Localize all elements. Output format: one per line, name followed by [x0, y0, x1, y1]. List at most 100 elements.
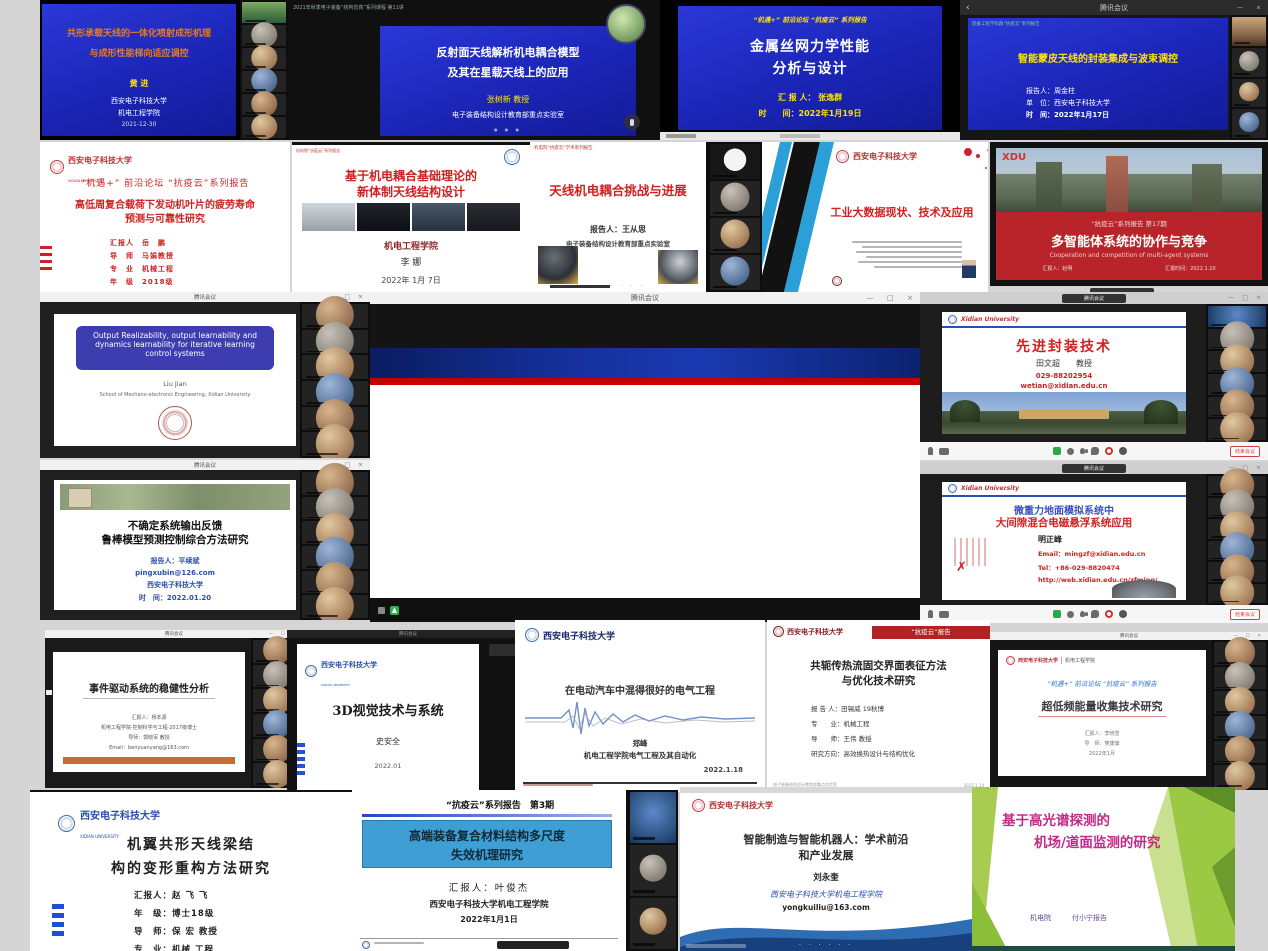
participant-video-cell[interactable] [242, 94, 286, 115]
chat-icon[interactable] [1091, 447, 1099, 455]
participant-strip [300, 302, 370, 458]
slide-title: 不确定系统输出反馈 [54, 518, 296, 533]
invite-icon[interactable] [1067, 448, 1074, 455]
webcam-video[interactable] [630, 792, 676, 843]
participant-video-cell[interactable] [1232, 48, 1266, 77]
window-controls[interactable]: — × [1237, 4, 1264, 11]
participant-video-cell[interactable] [710, 181, 760, 216]
meeting-tile-r1c: “机遇+” 前沿论坛 “抗疫云” 系列报告 金属丝网力学性能 分析与设计 汇 报… [660, 0, 960, 140]
end-meeting-button[interactable]: 结束会议 [1230, 446, 1260, 457]
footer-time: 汇报时间：2022.1.10 [1165, 265, 1215, 272]
university-name: 西安电子科技大学 [787, 627, 843, 637]
settings-icon[interactable] [1119, 610, 1127, 618]
participant-video-cell[interactable] [1208, 584, 1266, 604]
participant-video-cell[interactable] [302, 432, 368, 456]
antenna-photo [538, 246, 578, 284]
info-line: 专 业 机械工程 [110, 264, 174, 274]
members-icon[interactable] [1080, 611, 1085, 617]
slide-title: 超低频能量收集技术研究 [998, 698, 1206, 714]
participant-video-cell[interactable] [1232, 109, 1266, 138]
record-icon[interactable] [1105, 447, 1113, 455]
participant-video-cell[interactable] [242, 25, 286, 46]
red-banner: “抗疫云”系列报告 第17期 多智能体系统的协作与竞争 Cooperation … [996, 212, 1262, 280]
xidian-seal-icon [836, 150, 849, 163]
affiliation: 西安电子科技大学机电工程学院 [680, 889, 972, 900]
window-controls[interactable]: — □ × [1228, 295, 1264, 302]
participant-video-cell[interactable] [630, 898, 676, 949]
info-line: 导 师：王伟 教授 [811, 733, 872, 743]
participant-video-cell[interactable] [630, 845, 676, 896]
participant-video-cell[interactable] [710, 255, 760, 290]
participant-strip [628, 790, 678, 951]
speaker: 田文超 教授 [942, 358, 1186, 369]
speaker: 黄 进 [42, 78, 236, 89]
slide-r4e: 西安电子科技大学 机电工程学院 “机遇+” 前沿论坛 “抗疫云” 系列报告 超低… [998, 650, 1206, 776]
back-icon[interactable]: ‹ [966, 3, 970, 13]
webcam-bubble[interactable] [606, 4, 646, 44]
participant-video-cell[interactable] [1232, 79, 1266, 108]
panda-logo-video[interactable] [710, 144, 760, 179]
info-line: pingxubin@126.com [135, 569, 215, 577]
webcam-video[interactable] [1232, 17, 1266, 46]
participant-video-cell[interactable] [1214, 765, 1266, 788]
participant-video-cell[interactable] [242, 48, 286, 69]
page-thumbnail[interactable] [46, 690, 52, 695]
camera-icon[interactable] [939, 448, 949, 455]
meeting-window-r3b: 腾讯会议 — □ × 不确定系统输出反馈 鲁棒模型预测控制综合方法研究 报告人：… [40, 460, 370, 620]
slide-title: 工业大数据现状、技术及应用 [822, 204, 982, 220]
end-meeting-button[interactable]: 结束会议 [1230, 609, 1260, 620]
mic-icon[interactable] [928, 447, 933, 455]
info-line: 时 间：2022.01.20 [139, 593, 211, 603]
slide-title-2: 大间隙混合电磁悬浮系统应用 [942, 515, 1186, 530]
affiliation: 西安电子科技大学机电工程学院 [352, 898, 626, 910]
footer-smudge [374, 942, 424, 944]
splatter-graphic [964, 148, 972, 156]
invite-icon[interactable] [1067, 611, 1074, 618]
speaker: 汇报人：叶俊杰 [352, 880, 626, 894]
speaker: 刘永奎 [680, 871, 972, 883]
share-screen-icon[interactable] [1053, 610, 1061, 618]
bottom-bar [972, 946, 1235, 951]
xidian-seal-icon [773, 626, 784, 637]
presenter-info: 汇报人：赵 飞 飞年 级：博士18级导 师：保 宏 教授专 业：机械 工程 [134, 886, 218, 951]
participant-video-cell[interactable] [302, 595, 368, 618]
window-controls[interactable]: — □ × [867, 294, 916, 302]
camera-icon[interactable] [939, 611, 949, 618]
speaker-info-smudge [852, 238, 962, 271]
info-line: 专 业：机械工程 [811, 718, 870, 728]
info-line: Email：benyuanyang@163.com [109, 744, 189, 751]
screenshot-collage: 共形承载天线的一体化喷射成形机理 与成形性能梯向适应调控 黄 进 西安电子科技大… [0, 0, 1268, 951]
xidian-seal-icon [692, 799, 705, 812]
meeting-window-r4e: 腾讯会议 — □ × 西安电子科技大学 机电工程学院 “机遇+” 前沿论坛 “抗… [990, 632, 1268, 790]
participant-video-cell[interactable] [710, 218, 760, 253]
meeting-toolbar: 结束会议 [920, 442, 1268, 460]
mic-icon[interactable] [624, 114, 640, 130]
participant-video-cell[interactable] [1208, 419, 1266, 440]
mic-icon[interactable] [928, 610, 933, 618]
chat-icon[interactable] [1091, 610, 1099, 618]
dome-photo [1112, 580, 1176, 598]
title-box: 高端装备复合材料结构多尺度 失效机理研究 [362, 820, 612, 868]
org-line: 单 位：西安电子科技大学 [1026, 98, 1110, 108]
participant-strip [708, 142, 762, 292]
avatar [721, 257, 750, 286]
slide-title-2: 失效机理研究 [363, 846, 611, 863]
participant-video-cell[interactable] [242, 71, 286, 92]
slide-r2c: 机电院“抗疫云”学术系列报告 天线机电耦合挑战与进展 报告人：王从思 电子装备结… [530, 142, 706, 292]
avatar [1239, 51, 1259, 71]
photo-strip [302, 203, 520, 231]
avatar [251, 91, 277, 117]
presenter-info: 汇报人 岳 鹏导 师 马娟教授专 业 机械工程年 级 2018级 [110, 236, 174, 288]
xidian-seal-icon [948, 484, 957, 493]
settings-icon[interactable] [1119, 447, 1127, 455]
record-icon[interactable] [378, 607, 385, 614]
webcam-video[interactable] [242, 2, 286, 23]
record-icon[interactable] [1105, 610, 1113, 618]
presenter-info: 报 告 人：田锡威 19秋博专 业：机械工程导 师：王伟 教授研究方向：高效换热… [811, 700, 915, 760]
participant-video-cell[interactable] [242, 117, 286, 138]
share-screen-icon[interactable] [1053, 447, 1061, 455]
org-2: 机电工程学院 [42, 108, 236, 118]
edge-marks [40, 242, 52, 274]
members-icon[interactable] [1080, 448, 1085, 454]
slide-r5b: “抗疫云”系列报告 第3期 高端装备复合材料结构多尺度 失效机理研究 汇报人：叶… [352, 790, 626, 951]
